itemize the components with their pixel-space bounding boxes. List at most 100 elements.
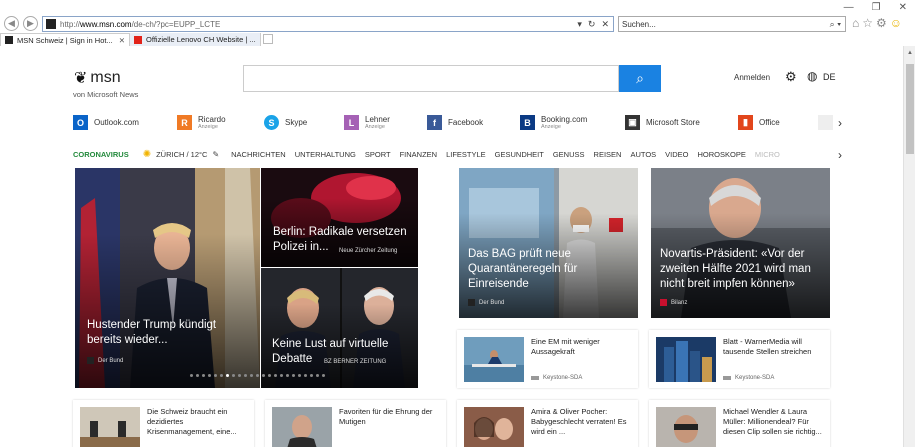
card-source: Keystone-SDA — [723, 375, 774, 381]
tab-msn[interactable]: MSN Schweiz | Sign in Hot... ✕ — [0, 33, 131, 46]
nav-genuss[interactable]: GENUSS — [553, 150, 585, 159]
address-url: http://www.msn.com/de-ch/?pc=EUPP_LCTE — [60, 19, 221, 29]
minimize-icon[interactable]: — — [844, 2, 854, 13]
nav-coronavirus[interactable]: CORONAVIRUS — [73, 150, 129, 159]
source-name: Bilanz — [671, 299, 688, 306]
carousel-dot[interactable] — [202, 374, 205, 377]
hero-title: Das BAG prüft neue Quarantäneregeln für … — [468, 248, 578, 290]
back-button[interactable]: ◀ — [4, 16, 19, 31]
quicklink-faded[interactable] — [818, 115, 839, 130]
settings-icon[interactable]: ⚙ — [785, 69, 797, 85]
carousel-dot[interactable] — [214, 374, 217, 377]
page-scrollbar[interactable]: ▲ — [903, 46, 915, 447]
news-card[interactable]: Eine EM mit weniger Aussagekraft Keyston… — [457, 330, 638, 388]
news-card[interactable]: Blatt - WarnerMedia will tausende Stelle… — [649, 330, 830, 388]
hero-card-bag[interactable]: Das BAG prüft neue Quarantäneregeln für … — [459, 168, 638, 318]
scrollbar-thumb[interactable] — [906, 64, 914, 154]
new-tab-button[interactable] — [262, 34, 273, 44]
carousel-dot-active[interactable] — [226, 374, 229, 377]
quicklink-lehner[interactable]: L Lehner Anzeige — [344, 115, 390, 130]
nav-finanzen[interactable]: FINANZEN — [400, 150, 438, 159]
quicklink-outlook[interactable]: O Outlook.com — [73, 115, 139, 130]
search-dropdown-icon[interactable]: ▾ — [577, 19, 582, 30]
quicklinks-next-icon[interactable]: › — [838, 116, 842, 130]
globe-icon[interactable]: ◍ — [807, 69, 817, 83]
nav-reisen[interactable]: REISEN — [594, 150, 622, 159]
carousel-dot[interactable] — [196, 374, 199, 377]
hero-card-trump[interactable]: Hustender Trump kündigt bereits wieder..… — [75, 168, 260, 388]
quicklink-office[interactable]: ▮ Office — [738, 115, 780, 130]
card-title: Favoriten für die Ehrung der Mutigen — [339, 407, 433, 426]
nav-gesundheit[interactable]: GESUNDHEIT — [495, 150, 544, 159]
carousel-dot[interactable] — [238, 374, 241, 377]
nav-unterhaltung[interactable]: UNTERHALTUNG — [295, 150, 356, 159]
quicklink-ricardo[interactable]: R Ricardo Anzeige — [177, 115, 226, 130]
nav-lifestyle[interactable]: LIFESTYLE — [446, 150, 486, 159]
refresh-icon[interactable]: ↻ — [588, 19, 596, 30]
carousel-dot[interactable] — [286, 374, 289, 377]
forward-button[interactable]: ▶ — [23, 16, 38, 31]
msn-search-button[interactable]: ⌕ — [619, 65, 661, 92]
nav-sport[interactable]: SPORT — [365, 150, 391, 159]
source-name: Neue Zürcher Zeitung — [339, 248, 398, 254]
weather-widget[interactable]: ✺ ZÜRICH / 12°C ✎ — [143, 149, 219, 160]
browser-search-field[interactable]: Suchen... ⌕ ▾ — [618, 16, 846, 32]
carousel-dot[interactable] — [220, 374, 223, 377]
carousel-dot[interactable] — [268, 374, 271, 377]
quicklink-booking[interactable]: B Booking.com Anzeige — [520, 115, 587, 130]
carousel-dot[interactable] — [244, 374, 247, 377]
favorites-star-icon[interactable]: ☆ — [862, 16, 873, 30]
carousel-dot[interactable] — [256, 374, 259, 377]
edit-pencil-icon[interactable]: ✎ — [212, 150, 219, 159]
card-title: Amira & Oliver Pocher: Babygeschlecht ve… — [531, 407, 627, 436]
carousel-dot[interactable] — [274, 374, 277, 377]
tab-label: Offizielle Lenovo CH Website | ... — [146, 35, 256, 44]
smiley-feedback-icon[interactable]: ☺ — [890, 16, 902, 30]
carousel-dot[interactable] — [280, 374, 283, 377]
signin-link[interactable]: Anmelden — [734, 73, 770, 82]
news-card[interactable]: Amira & Oliver Pocher: Babygeschlecht ve… — [457, 400, 638, 447]
msn-search-input[interactable] — [243, 65, 619, 92]
carousel-dot[interactable] — [250, 374, 253, 377]
nav-horoskope[interactable]: HOROSKOPE — [698, 150, 746, 159]
carousel-dot[interactable] — [316, 374, 319, 377]
msn-tab-icon — [5, 36, 13, 44]
quicklink-facebook[interactable]: f Facebook — [427, 115, 483, 130]
carousel-dot[interactable] — [262, 374, 265, 377]
hero-card-berlin[interactable]: Berlin: Radikale versetzen Polizei in...… — [261, 168, 418, 267]
nav-autos[interactable]: AUTOS — [630, 150, 656, 159]
carousel-dot[interactable] — [298, 374, 301, 377]
carousel-dot[interactable] — [190, 374, 193, 377]
close-window-icon[interactable]: ✕ — [899, 2, 907, 13]
language-selector[interactable]: DE — [823, 72, 836, 82]
card-title: Eine EM mit weniger Aussagekraft — [531, 337, 600, 356]
settings-gear-icon[interactable]: ⚙ — [876, 16, 887, 30]
close-tab-icon[interactable]: ✕ — [119, 36, 125, 45]
nav-faded[interactable]: MICRO — [755, 150, 780, 159]
carousel-dot[interactable] — [208, 374, 211, 377]
news-card[interactable]: Die Schweiz braucht ein dezidiertes Kris… — [73, 400, 254, 447]
hero-card-novartis[interactable]: Novartis-Präsident: «Vor der zweiten Häl… — [651, 168, 830, 318]
carousel-dot[interactable] — [310, 374, 313, 377]
nav-video[interactable]: VIDEO — [665, 150, 688, 159]
browser-search-icon[interactable]: ⌕ ▾ — [830, 19, 845, 30]
tab-lenovo[interactable]: Offizielle Lenovo CH Website | ... — [130, 33, 261, 46]
quicklink-text: Ricardo Anzeige — [198, 115, 226, 130]
carousel-dot[interactable] — [232, 374, 235, 377]
home-icon[interactable]: ⌂ — [852, 16, 859, 30]
nav-nachrichten[interactable]: NACHRICHTEN — [231, 150, 286, 159]
restore-icon[interactable]: ❐ — [872, 2, 881, 13]
quicklink-store[interactable]: ▣ Microsoft Store — [625, 115, 700, 130]
msn-logo[interactable]: ❦ msn — [74, 68, 121, 88]
quicklink-skype[interactable]: S Skype — [264, 115, 307, 130]
scroll-up-icon[interactable]: ▲ — [907, 50, 913, 56]
news-card[interactable]: Michael Wendler & Laura Müller: Millione… — [649, 400, 830, 447]
carousel-dot[interactable] — [304, 374, 307, 377]
hero-card-debatte[interactable]: Keine Lust auf virtuelle Debatte BZ BERN… — [261, 268, 418, 388]
address-bar[interactable]: http://www.msn.com/de-ch/?pc=EUPP_LCTE ▾… — [42, 16, 614, 32]
carousel-dot[interactable] — [292, 374, 295, 377]
stop-icon[interactable]: ✕ — [601, 19, 609, 30]
carousel-dot[interactable] — [322, 374, 325, 377]
news-card[interactable]: Favoriten für die Ehrung der Mutigen — [265, 400, 446, 447]
categories-next-icon[interactable]: › — [838, 148, 842, 162]
